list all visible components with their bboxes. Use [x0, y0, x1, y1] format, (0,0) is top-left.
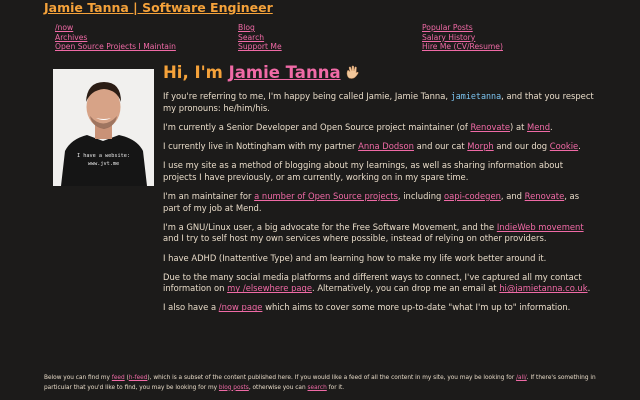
- avatar-photo: I have a website: www.jvt.me: [53, 69, 154, 186]
- paragraph-now: I also have a /now page which aims to co…: [163, 302, 595, 314]
- p3-text-b: and our cat: [413, 140, 468, 151]
- footer-text-f: for it.: [326, 384, 345, 391]
- site-title-link[interactable]: Jamie Tanna | Software Engineer: [44, 0, 273, 15]
- shirt-text-line-1: I have a website:: [77, 153, 130, 159]
- waving-hand-icon: [344, 64, 360, 80]
- p5-text-c: , and: [500, 190, 525, 201]
- oapi-codegen-link[interactable]: oapi-codegen: [444, 191, 501, 201]
- p5-text-b: , including: [397, 190, 445, 201]
- morph-link[interactable]: Morph: [467, 141, 493, 151]
- nav-column-3: Popular Posts Salary History Hire Me (CV…: [422, 23, 503, 52]
- now-page-link[interactable]: /now page: [219, 302, 263, 312]
- greeting-text: Hi, I'm: [163, 63, 223, 82]
- nav-link-hire-me[interactable]: Hire Me (CV/Resume): [422, 42, 503, 52]
- paragraph-names: If you're referring to me, I'm happy bei…: [163, 91, 595, 114]
- p2-text-b: ) at: [510, 121, 528, 132]
- p6-text-b: and I try to self host my own services w…: [163, 233, 547, 244]
- footer-text-e: , otherwise you can: [248, 384, 308, 391]
- p2-text-a: I'm currently a Senior Developer and Ope…: [163, 121, 471, 132]
- renovate-link-2[interactable]: Renovate: [525, 191, 565, 201]
- p5-text-a: I'm an maintainer for: [163, 190, 255, 201]
- paragraph-job: I'm currently a Senior Developer and Ope…: [163, 122, 595, 134]
- nav-link-now[interactable]: /now: [55, 23, 176, 33]
- p3-text-d: .: [578, 140, 581, 151]
- feed-link[interactable]: feed: [112, 375, 125, 381]
- nav-link-salary-history[interactable]: Salary History: [422, 33, 503, 43]
- paragraph-contact: Due to the many social media platforms a…: [163, 272, 595, 295]
- paragraph-home: I currently live in Nottingham with my p…: [163, 141, 595, 153]
- search-link[interactable]: search: [308, 385, 327, 391]
- renovate-link[interactable]: Renovate: [470, 122, 510, 132]
- anna-dodson-link[interactable]: Anna Dodson: [358, 141, 414, 151]
- elsewhere-link[interactable]: my /elsewhere page: [227, 283, 312, 293]
- p1-text-a: If you're referring to me, I'm happy bei…: [163, 91, 451, 101]
- p8-text-c: .: [587, 283, 591, 294]
- nav-link-open-source[interactable]: Open Source Projects I Maintain: [55, 42, 176, 52]
- open-source-projects-link[interactable]: a number of Open Source projects: [254, 191, 398, 201]
- nav-column-2: Blog Search Support Me: [238, 23, 282, 52]
- footer-text-c: ), which is a subset of the content publ…: [147, 375, 517, 381]
- nav-column-1: /now Archives Open Source Projects I Mai…: [55, 23, 176, 52]
- cookie-link[interactable]: Cookie: [550, 141, 578, 151]
- paragraph-linux: I'm a GNU/Linux user, a big advocate for…: [163, 222, 595, 245]
- p2-text-c: .: [550, 121, 553, 132]
- p9-text-a: I also have a: [163, 302, 219, 313]
- nav-link-blog[interactable]: Blog: [238, 23, 282, 33]
- nav-link-search[interactable]: Search: [238, 33, 282, 43]
- p6-text-a: I'm a GNU/Linux user, a big advocate for…: [163, 221, 497, 232]
- p3-text-c: and our dog: [493, 140, 550, 151]
- all-link[interactable]: /all/: [516, 375, 527, 381]
- email-link[interactable]: hi@jamietanna.co.uk: [499, 283, 587, 293]
- p3-text-a: I currently live in Nottingham with my p…: [163, 140, 359, 151]
- paragraph-maintainer: I'm an maintainer for a number of Open S…: [163, 191, 595, 214]
- username-code: jamietanna: [450, 91, 502, 101]
- p8-text-b: . Alternatively, you can drop me an emai…: [312, 283, 500, 294]
- nav-link-support-me[interactable]: Support Me: [238, 42, 282, 52]
- footer-text-a: Below you can find my: [44, 375, 112, 381]
- blog-posts-link[interactable]: blog posts: [219, 385, 249, 391]
- shirt-text-line-2: www.jvt.me: [88, 161, 119, 167]
- h-feed-link[interactable]: h-feed: [129, 375, 148, 381]
- indieweb-link[interactable]: IndieWeb movement: [497, 222, 584, 232]
- feed-footer: Below you can find my feed (h-feed), whi…: [44, 374, 604, 393]
- paragraph-adhd: I have ADHD (Inattentive Type) and am le…: [163, 252, 547, 263]
- nav-link-popular-posts[interactable]: Popular Posts: [422, 23, 503, 33]
- name-link[interactable]: Jamie Tanna: [229, 63, 341, 82]
- page-title: Hi, I'm Jamie Tanna: [163, 63, 595, 83]
- nav-link-archives[interactable]: Archives: [55, 33, 176, 43]
- paragraph-blogging: I use my site as a method of blogging ab…: [163, 160, 563, 182]
- p9-text-b: which aims to cover some more up-to-date…: [262, 302, 571, 313]
- mend-link[interactable]: Mend: [527, 122, 550, 132]
- intro-content: Hi, I'm Jamie Tanna If you're referring …: [163, 63, 595, 322]
